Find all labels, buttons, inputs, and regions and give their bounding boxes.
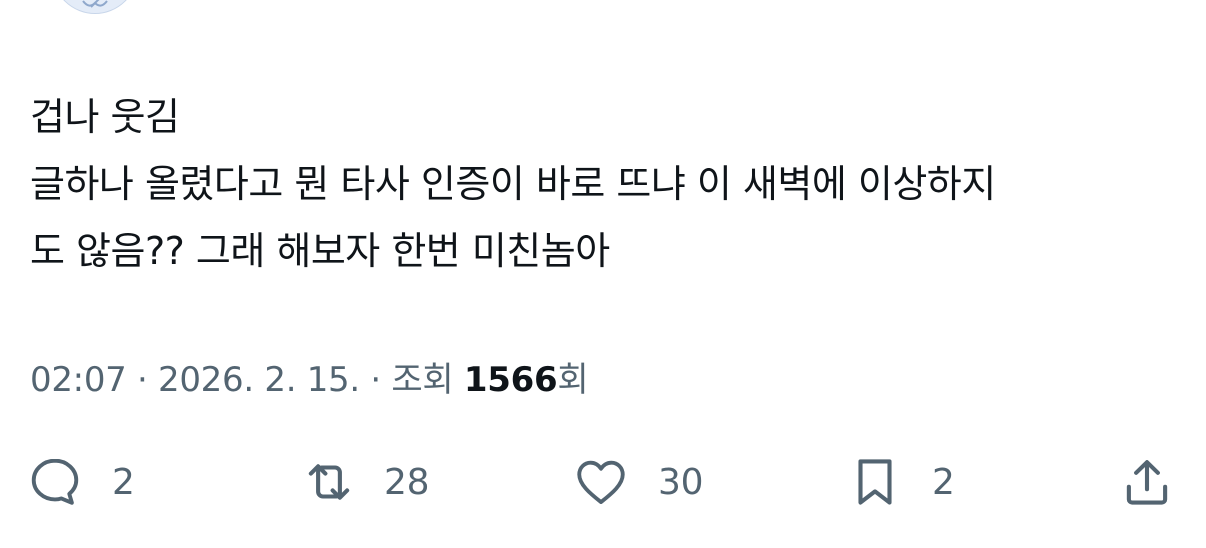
meta-separator: · [359, 360, 392, 400]
retweet-button[interactable]: 28 [300, 450, 430, 514]
reply-button[interactable]: 2 [26, 450, 135, 514]
heart-icon [572, 453, 630, 511]
meta-separator: · [126, 360, 159, 400]
reply-icon [26, 453, 84, 511]
views-count: 1566 [463, 360, 558, 400]
reply-count: 2 [112, 461, 135, 503]
tweet-text: 겁나 웃김 글하나 올렸다고 뭔 타사 인증이 바로 뜨냐 이 새벽에 이상하지… [30, 84, 1180, 285]
bookmark-icon [846, 453, 904, 511]
share-icon [1118, 453, 1176, 511]
like-button[interactable]: 30 [572, 450, 704, 514]
avatar-illustration [64, 0, 126, 13]
avatar[interactable] [52, 0, 138, 14]
action-bar: 2 28 30 2 [0, 450, 1206, 514]
share-button[interactable] [1118, 450, 1176, 514]
tweet-text-line: 도 않음?? 그래 해보자 한번 미친놈아 [30, 229, 610, 273]
tweet-meta: 02:07 · 2026. 2. 15. · 조회 1566회 [30, 357, 589, 403]
tweet-text-line: 겁나 웃김 [30, 95, 180, 139]
tweet-text-line: 글하나 올렸다고 뭔 타사 인증이 바로 뜨냐 이 새벽에 이상하지 [30, 162, 996, 206]
bookmark-button[interactable]: 2 [846, 450, 955, 514]
views-suffix: 회 [557, 360, 589, 400]
tweet-date[interactable]: 2026. 2. 15. [158, 360, 360, 400]
views-label: 조회 [391, 360, 464, 400]
tweet-time[interactable]: 02:07 [30, 360, 127, 400]
bookmark-count: 2 [932, 461, 955, 503]
retweet-count: 28 [384, 461, 430, 503]
retweet-icon [300, 453, 358, 511]
like-count: 30 [658, 461, 704, 503]
